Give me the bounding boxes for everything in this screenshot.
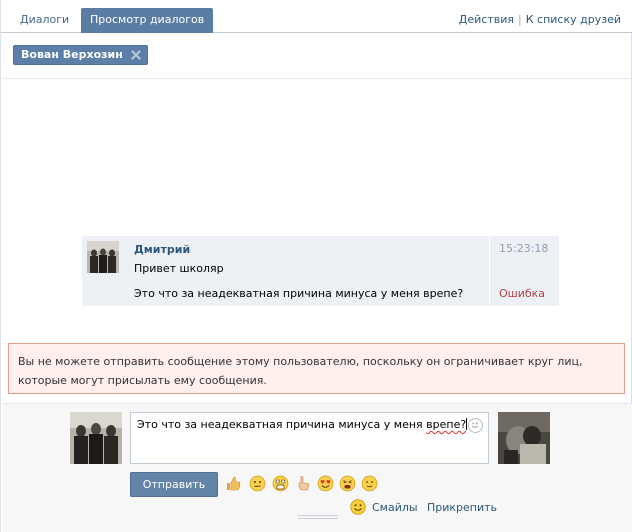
friends-list-link[interactable]: К списку друзей — [526, 13, 621, 26]
smiley-icon — [350, 499, 366, 515]
author-avatar[interactable] — [87, 241, 119, 273]
recipient-avatar[interactable] — [498, 412, 550, 464]
tab-dialogs[interactable]: Диалоги — [11, 8, 78, 33]
thumbs-up-icon[interactable] — [225, 475, 242, 492]
warning-banner: Вы не можете отправить сообщение этому п… — [8, 343, 625, 394]
attach-link[interactable]: Прикрепить — [427, 501, 497, 514]
message-row[interactable]: Дмитрий Привет школяр Это что за неадекв… — [82, 236, 559, 306]
resize-handle[interactable] — [298, 515, 338, 521]
link-separator: | — [518, 13, 522, 26]
neutral-face-icon[interactable] — [249, 475, 266, 492]
calm-face-icon[interactable] — [361, 475, 378, 492]
misspelled-word: врепе? — [426, 418, 467, 431]
close-icon[interactable] — [131, 50, 141, 60]
pointing-hand-icon[interactable] — [295, 475, 312, 492]
recipient-name: Вован Верхозин — [21, 48, 123, 61]
my-avatar[interactable] — [70, 412, 122, 464]
heart-eyes-face-icon[interactable] — [317, 475, 334, 492]
top-links: Действия | К списку друзей — [459, 13, 621, 26]
tab-view-dialogs[interactable]: Просмотр диалогов — [81, 8, 214, 33]
message-author[interactable]: Дмитрий — [134, 243, 190, 256]
message-text-line: Это что за неадекватная причина минуса у… — [134, 287, 464, 300]
message-text-line: Привет школяр — [134, 262, 224, 275]
smiles-label: Смайлы — [372, 501, 418, 514]
tired-face-icon[interactable] — [339, 475, 356, 492]
column-divider — [489, 236, 490, 306]
actions-link[interactable]: Действия — [459, 13, 514, 26]
composer: Это что за неадекватная причина минуса у… — [2, 403, 632, 532]
shocked-face-icon[interactable] — [272, 475, 289, 492]
message-input-text: Это что за неадекватная причина минуса у… — [137, 418, 427, 431]
divider — [2, 78, 632, 79]
message-time: 15:23:18 — [499, 242, 549, 255]
message-input[interactable]: Это что за неадекватная причина минуса у… — [130, 412, 489, 464]
dialog-window: Диалоги Просмотр диалогов Действия | К спи… — [0, 0, 632, 532]
tab-bar: Диалоги Просмотр диалогов Действия | К спи… — [1, 0, 632, 33]
send-button[interactable]: Отправить — [130, 472, 218, 497]
message-error-status: Ошибка — [499, 287, 546, 300]
emoji-picker-icon[interactable] — [468, 418, 483, 433]
recipient-chip[interactable]: Вован Верхозин — [13, 45, 148, 65]
